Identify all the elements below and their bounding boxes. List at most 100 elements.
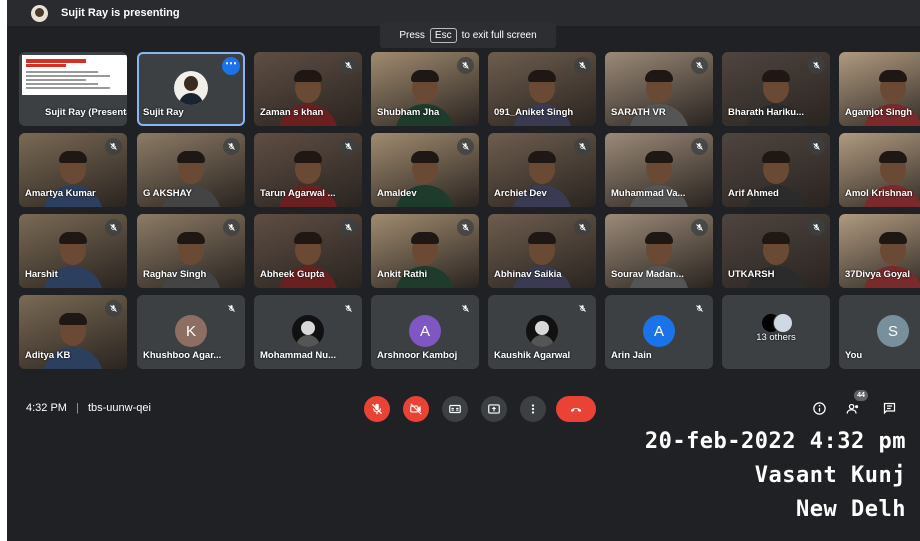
participant-tile[interactable]: Harshit xyxy=(19,214,127,288)
mic-muted-icon xyxy=(105,300,122,317)
captions-icon xyxy=(449,404,461,414)
participant-tile[interactable]: Amol Krishnan xyxy=(839,133,920,207)
letter-avatar: K xyxy=(175,315,207,347)
participant-tile[interactable]: Bharath Hariku... xyxy=(722,52,830,126)
participant-tile[interactable]: Amaldev xyxy=(371,133,479,207)
leave-call-button[interactable] xyxy=(556,396,596,422)
participant-tile[interactable]: Aditya KB xyxy=(19,295,127,369)
participant-name: SARATH VR xyxy=(611,107,666,118)
participant-name: Archiet Dev xyxy=(494,188,547,199)
participant-tile[interactable]: 13 others xyxy=(722,295,830,369)
participant-name: Amol Krishnan xyxy=(845,188,913,199)
participant-name: Amartya Kumar xyxy=(25,188,96,199)
participant-tile[interactable]: 091_Aniket Singh xyxy=(488,52,596,126)
participant-tile[interactable]: Sujit Ray (Presentation) xyxy=(19,52,127,126)
others-avatars xyxy=(761,313,793,333)
participant-tile[interactable]: Amartya Kumar xyxy=(19,133,127,207)
participant-tile[interactable]: Mohammad Nu... xyxy=(254,295,362,369)
info-icon xyxy=(812,401,826,415)
participant-tile[interactable]: Ankit Rathi xyxy=(371,214,479,288)
participant-tile[interactable]: Muhammad Va... xyxy=(605,133,713,207)
participant-name: Abheek Gupta xyxy=(260,269,325,280)
mic-muted-icon xyxy=(340,57,357,74)
participant-tile[interactable]: Kaushik Agarwal xyxy=(488,295,596,369)
participant-tile[interactable]: Abheek Gupta xyxy=(254,214,362,288)
captions-button[interactable] xyxy=(442,396,468,422)
chat-icon xyxy=(883,402,895,414)
end-call-icon xyxy=(570,407,582,412)
mic-muted-icon xyxy=(808,138,825,155)
meeting-info: 4:32 PM | tbs-uunw-qei xyxy=(26,402,151,414)
participant-name: Bharath Hariku... xyxy=(728,107,805,118)
camera-off-button[interactable] xyxy=(403,396,429,422)
mic-muted-icon xyxy=(457,300,474,317)
more-options-icon[interactable]: ⋯ xyxy=(222,57,240,75)
participant-tile[interactable]: Sourav Madan... xyxy=(605,214,713,288)
presenter-avatar xyxy=(31,5,48,22)
overlay-date: 20-feb-2022 4:32 pm xyxy=(644,429,906,454)
participant-tile[interactable]: Arif Ahmed xyxy=(722,133,830,207)
participant-name: Kaushik Agarwal xyxy=(494,350,571,361)
mic-muted-icon xyxy=(574,300,591,317)
mic-muted-icon xyxy=(340,300,357,317)
mic-muted-icon xyxy=(223,138,240,155)
participant-tile[interactable]: G AKSHAY xyxy=(137,133,245,207)
fullscreen-hint: Press Esc to exit full screen xyxy=(380,22,556,48)
participant-tile[interactable]: Tarun Agarwal ... xyxy=(254,133,362,207)
participant-name: Sourav Madan... xyxy=(611,269,684,280)
more-options-button[interactable] xyxy=(520,396,546,422)
meeting-code[interactable]: tbs-uunw-qei xyxy=(88,402,151,414)
mic-muted-icon xyxy=(574,219,591,236)
participant-name: Shubham Jha xyxy=(377,107,440,118)
participant-tile[interactable]: UTKARSH xyxy=(722,214,830,288)
exit-fullscreen-label: to exit full screen xyxy=(461,29,537,41)
chat-button[interactable] xyxy=(879,398,899,418)
participant-name: Ankit Rathi xyxy=(377,269,428,280)
mic-muted-icon xyxy=(808,219,825,236)
separator: | xyxy=(76,402,79,414)
participant-tile[interactable]: S You xyxy=(839,295,920,369)
mic-muted-icon xyxy=(691,300,708,317)
participant-name: Abhinav Saikia xyxy=(494,269,562,280)
participant-name: Zaman s khan xyxy=(260,107,324,118)
participant-tile[interactable]: 37Divya Goyal xyxy=(839,214,920,288)
participant-name: Agamjot Singh xyxy=(845,107,913,118)
participant-name: Amaldev xyxy=(377,188,417,199)
meeting-details-button[interactable] xyxy=(809,398,829,418)
mic-muted-icon xyxy=(691,138,708,155)
participant-tile[interactable]: Agamjot Singh xyxy=(839,52,920,126)
participant-tile[interactable]: Archiet Dev xyxy=(488,133,596,207)
avatar xyxy=(292,315,324,347)
participant-name: Raghav Singh xyxy=(143,269,207,280)
mic-muted-icon xyxy=(340,219,357,236)
participant-tile[interactable]: A Arshnoor Kamboj xyxy=(371,295,479,369)
more-vert-icon xyxy=(531,404,535,414)
people-icon xyxy=(846,403,858,414)
participant-tile[interactable]: ⋯ Sujit Ray xyxy=(137,52,245,126)
participant-tile[interactable]: K Khushboo Agar... xyxy=(137,295,245,369)
esc-key: Esc xyxy=(429,27,457,43)
participant-tile[interactable]: Raghav Singh xyxy=(137,214,245,288)
mic-muted-icon xyxy=(457,219,474,236)
participant-name: Arif Ahmed xyxy=(728,188,779,199)
mic-muted-icon xyxy=(691,219,708,236)
mic-muted-icon xyxy=(808,57,825,74)
participant-tile[interactable]: Zaman s khan xyxy=(254,52,362,126)
mic-off-button[interactable] xyxy=(364,396,390,422)
people-button[interactable] xyxy=(843,398,863,418)
mic-muted-icon xyxy=(457,57,474,74)
participant-tile[interactable]: Shubham Jha xyxy=(371,52,479,126)
mic-muted-icon xyxy=(340,138,357,155)
avatar xyxy=(174,71,208,105)
participant-name: Arin Jain xyxy=(611,350,652,361)
present-now-button[interactable] xyxy=(481,396,507,422)
participant-name: Arshnoor Kamboj xyxy=(377,350,458,361)
mic-off-icon xyxy=(371,403,383,415)
participant-tile[interactable]: SARATH VR xyxy=(605,52,713,126)
press-label: Press xyxy=(399,29,425,41)
participant-name: 37Divya Goyal xyxy=(845,269,910,280)
participant-tile[interactable]: Abhinav Saikia xyxy=(488,214,596,288)
participant-name: Sujit Ray (Presentation) xyxy=(45,107,127,118)
participant-tile[interactable]: A Arin Jain xyxy=(605,295,713,369)
camera-off-icon xyxy=(410,403,422,415)
